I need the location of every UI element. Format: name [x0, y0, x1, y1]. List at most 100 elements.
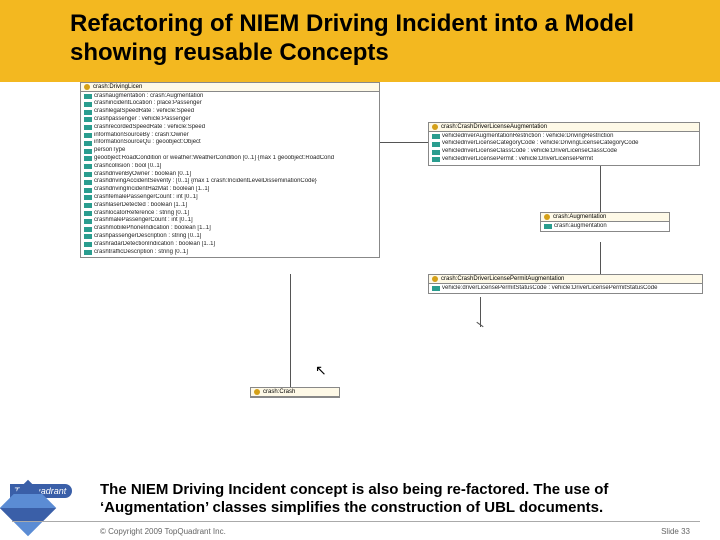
attribute-row: crashradarDetectionIndication : boolean … — [81, 241, 379, 249]
attribute-text: crashlaserDetected : boolean [1..1] — [94, 202, 187, 210]
cursor-icon: ↖ — [315, 362, 327, 379]
attribute-row: crashcollision : bool [0..1] — [81, 163, 379, 171]
class-name: crash:DrivingLicen — [93, 84, 142, 90]
class-body: vehicledriverAugmentationRestriction : v… — [429, 132, 699, 165]
attribute-text: crashmobilePhoneIndication : boolean [1.… — [94, 225, 211, 233]
attribute-icon — [84, 141, 92, 146]
uml-diagram: crash:DrivingLicen crashaugmentation : c… — [0, 82, 720, 442]
attribute-icon — [84, 125, 92, 130]
attribute-text: geoobject:RoadCondition or weather:Weath… — [94, 155, 334, 163]
attribute-text: vehicledriverLicenseCategoryCode : vehic… — [442, 140, 638, 148]
attribute-icon — [84, 164, 92, 169]
class-body: crashaugmentation : crash:Augmentationcr… — [81, 92, 379, 258]
attribute-text: informationSourceBy : crash:Owner — [94, 132, 189, 140]
class-driving-licen: crash:DrivingLicen crashaugmentation : c… — [80, 82, 380, 259]
attribute-text: vehicledriverLicenseClassCode : vehicle:… — [442, 148, 617, 156]
attribute-icon — [84, 242, 92, 247]
attribute-row: crashlocatorReference : string [0..1] — [81, 210, 379, 218]
attribute-row: crashpassenger : vehicle:Passenger — [81, 116, 379, 124]
attribute-icon — [432, 286, 440, 291]
attribute-text: crashradarDetectionIndication : boolean … — [94, 241, 215, 249]
class-name: crash:Augmentation — [553, 214, 606, 220]
class-header: crash:Crash — [251, 388, 339, 397]
class-header: crash:DrivingLicen — [81, 83, 379, 92]
attribute-icon — [84, 219, 92, 224]
attribute-row: crashlegalSpeedRate : vehicle:Speed — [81, 108, 379, 116]
attribute-text: crashdrivenByOwner : boolean [0..1] — [94, 171, 191, 179]
attribute-text: crashdrivingIncidentHazMat : boolean [1.… — [94, 186, 209, 194]
attribute-icon — [84, 110, 92, 115]
copyright-text: © Copyright 2009 TopQuadrant Inc. — [100, 527, 226, 536]
attribute-text: crashrecordedSpeedRate : vehicle:Speed — [94, 124, 205, 132]
attribute-text: crash:augmentation — [554, 223, 607, 231]
attribute-text: crashmalePassengerCount : int [0..1] — [94, 217, 193, 225]
attribute-icon — [84, 195, 92, 200]
class-icon — [84, 84, 90, 90]
slide-header: Refactoring of NIEM Driving Incident int… — [0, 0, 720, 82]
attribute-icon — [84, 102, 92, 107]
attribute-row: crashdrivenByOwner : boolean [0..1] — [81, 171, 379, 179]
attribute-row: informationSourceBy : crash:Owner — [81, 132, 379, 140]
attribute-row: vehicledriverLicensePermit : vehicle:Dri… — [429, 156, 699, 164]
attribute-text: crashfemalePassengerCount : int [0..1] — [94, 194, 198, 202]
attribute-text: crashpassenger : vehicle:Passenger — [94, 116, 191, 124]
attribute-icon — [84, 211, 92, 216]
attribute-row: vehicledriverLicenseCategoryCode : vehic… — [429, 140, 699, 148]
attribute-row: informationSourceQu : geoobject:Object — [81, 139, 379, 147]
attribute-text: informationSourceQu : geoobject:Object — [94, 139, 201, 147]
attribute-row: vehicledriverLicenseClassCode : vehicle:… — [429, 148, 699, 156]
attribute-icon — [544, 224, 552, 229]
class-crash: crash:Crash — [250, 387, 340, 398]
attribute-row: crash:augmentation — [541, 223, 669, 231]
slide-title: Refactoring of NIEM Driving Incident int… — [70, 10, 700, 68]
attribute-icon — [432, 142, 440, 147]
attribute-text: crashlegalSpeedRate : vehicle:Speed — [94, 108, 194, 116]
attribute-text: crashtrafficDescription : string [0..1] — [94, 249, 188, 257]
slide-number: Slide 33 — [661, 527, 690, 536]
attribute-text: personType — [94, 147, 125, 155]
class-icon — [432, 276, 438, 282]
class-icon — [432, 124, 438, 130]
attribute-row: crashrecordedSpeedRate : vehicle:Speed — [81, 124, 379, 132]
connector — [600, 166, 601, 212]
attribute-icon — [432, 134, 440, 139]
slide-footer: TopQuadrant The NIEM Driving Incident co… — [0, 440, 720, 540]
class-driver-aug: crash:CrashDriverLicenseAugmentation veh… — [428, 122, 700, 166]
attribute-text: vehicledriverLicensePermit : vehicle:Dri… — [442, 156, 593, 164]
attribute-icon — [84, 227, 92, 232]
attribute-icon — [84, 172, 92, 177]
attribute-text: crashlocatorReference : string [0..1] — [94, 210, 189, 218]
class-name: crash:Crash — [263, 389, 295, 395]
attribute-icon — [84, 156, 92, 161]
class-icon — [254, 389, 260, 395]
attribute-row: crashincidentLocation : place:Passenger — [81, 100, 379, 108]
connector — [600, 242, 601, 274]
attribute-text: crashincidentLocation : place:Passenger — [94, 100, 202, 108]
attribute-row: vehicledriverAugmentationRestriction : v… — [429, 133, 699, 141]
connector — [480, 297, 481, 327]
attribute-icon — [84, 117, 92, 122]
attribute-text: crashaugmentation : crash:Augmentation — [94, 93, 203, 101]
attribute-icon — [84, 180, 92, 185]
attribute-row: vehicle:driverLicensePermitStatusCode : … — [429, 285, 702, 293]
logo-block: TopQuadrant — [0, 488, 98, 528]
class-header: crash:CrashDriverLicenseAugmentation — [429, 123, 699, 132]
attribute-text: crashpassengerDescription : string [0..1… — [94, 233, 201, 241]
attribute-row: crashmalePassengerCount : int [0..1] — [81, 217, 379, 225]
attribute-row: crashlaserDetected : boolean [1..1] — [81, 202, 379, 210]
attribute-text: crashdrivingAccidentSeverity : [0..1] {m… — [94, 178, 317, 186]
attribute-row: crashmobilePhoneIndication : boolean [1.… — [81, 225, 379, 233]
attribute-row: crashtrafficDescription : string [0..1] — [81, 249, 379, 257]
class-header: crash:Augmentation — [541, 213, 669, 222]
attribute-row: crashdrivingAccidentSeverity : [0..1] {m… — [81, 178, 379, 186]
attribute-row: crashaugmentation : crash:Augmentation — [81, 93, 379, 101]
connector — [290, 274, 291, 387]
class-augmentation: crash:Augmentation crash:augmentation — [540, 212, 670, 233]
attribute-row: crashdrivingIncidentHazMat : boolean [1.… — [81, 186, 379, 194]
attribute-icon — [84, 250, 92, 255]
attribute-icon — [432, 157, 440, 162]
attribute-icon — [432, 150, 440, 155]
attribute-icon — [84, 234, 92, 239]
attribute-row: personType — [81, 147, 379, 155]
class-permit-aug: crash:CrashDriverLicensePermitAugmentati… — [428, 274, 703, 295]
